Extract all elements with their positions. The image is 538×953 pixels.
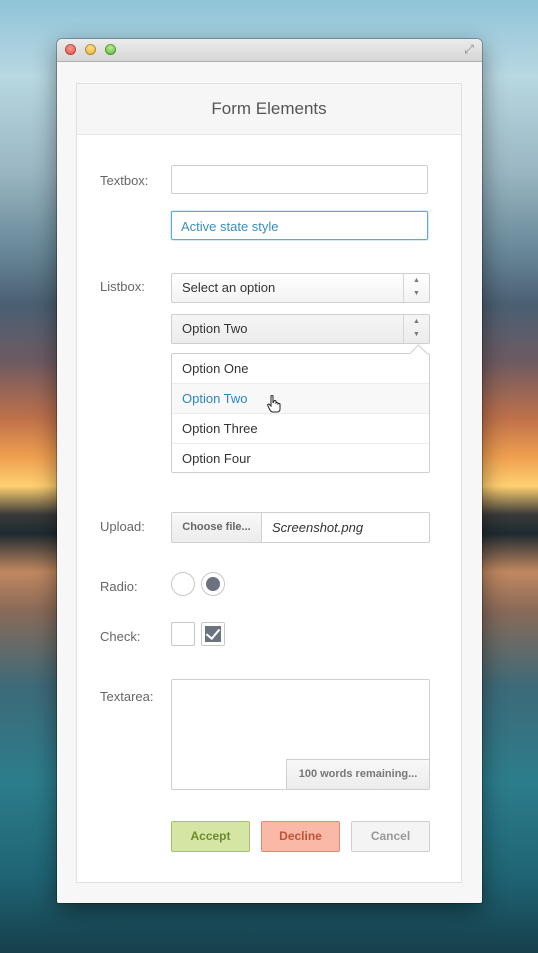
listbox-select-1[interactable]: Select an option ▲ ▼ xyxy=(171,273,430,303)
textarea-input[interactable]: 100 words remaining... xyxy=(171,679,430,790)
app-window: ⤢ Form Elements Textbox: Active state st… xyxy=(57,39,482,903)
upload-label: Upload: xyxy=(100,519,145,534)
textbox-label: Textbox: xyxy=(100,173,149,188)
checkmark-icon xyxy=(205,624,221,641)
listbox-label: Listbox: xyxy=(100,279,145,294)
checkbox-1[interactable] xyxy=(171,622,195,646)
file-name: Screenshot.png xyxy=(272,520,364,535)
minimize-button[interactable] xyxy=(85,44,96,55)
listbox-stepper-1[interactable]: ▲ ▼ xyxy=(403,274,429,302)
chevron-up-icon[interactable]: ▲ xyxy=(404,315,429,328)
cancel-button[interactable]: Cancel xyxy=(351,821,430,852)
hand-cursor-icon xyxy=(267,395,281,413)
form-panel: Form Elements Textbox: Active state styl… xyxy=(76,83,462,883)
dropdown-option[interactable]: Option Three xyxy=(172,414,429,444)
check-label: Check: xyxy=(100,629,141,644)
window-content: Form Elements Textbox: Active state styl… xyxy=(57,62,482,903)
listbox-select-2[interactable]: Option Two ▲ ▼ xyxy=(171,314,430,344)
checkbox-2-checked[interactable] xyxy=(201,622,225,646)
zoom-button[interactable] xyxy=(105,44,116,55)
fullscreen-icon[interactable]: ⤢ xyxy=(462,42,476,56)
title-bar: ⤢ xyxy=(57,39,482,62)
radio-option-1[interactable] xyxy=(171,572,195,596)
chevron-down-icon[interactable]: ▼ xyxy=(404,287,429,300)
decline-button[interactable]: Decline xyxy=(261,821,340,852)
form-title: Form Elements xyxy=(77,84,461,135)
file-upload: Choose file... Screenshot.png xyxy=(171,512,430,543)
close-button[interactable] xyxy=(65,44,76,55)
words-remaining-counter: 100 words remaining... xyxy=(286,759,429,789)
textbox-input[interactable] xyxy=(171,165,428,194)
listbox-dropdown: Option One Option Two Option Three Optio… xyxy=(171,344,430,473)
dropdown-option[interactable]: Option Four xyxy=(172,444,429,473)
listbox-select-1-value: Select an option xyxy=(182,280,276,295)
chevron-down-icon[interactable]: ▼ xyxy=(404,328,429,341)
textarea-label: Textarea: xyxy=(100,689,154,704)
listbox-stepper-2[interactable]: ▲ ▼ xyxy=(403,315,429,343)
chevron-up-icon[interactable]: ▲ xyxy=(404,274,429,287)
choose-file-button[interactable]: Choose file... xyxy=(172,513,262,542)
dropdown-option-selected[interactable]: Option Two xyxy=(172,384,429,414)
radio-label: Radio: xyxy=(100,579,138,594)
radio-option-2-selected[interactable] xyxy=(201,572,225,596)
textbox-active-input[interactable]: Active state style xyxy=(171,211,428,240)
listbox-select-2-value: Option Two xyxy=(182,321,248,336)
dropdown-option[interactable]: Option One xyxy=(172,354,429,384)
accept-button[interactable]: Accept xyxy=(171,821,250,852)
